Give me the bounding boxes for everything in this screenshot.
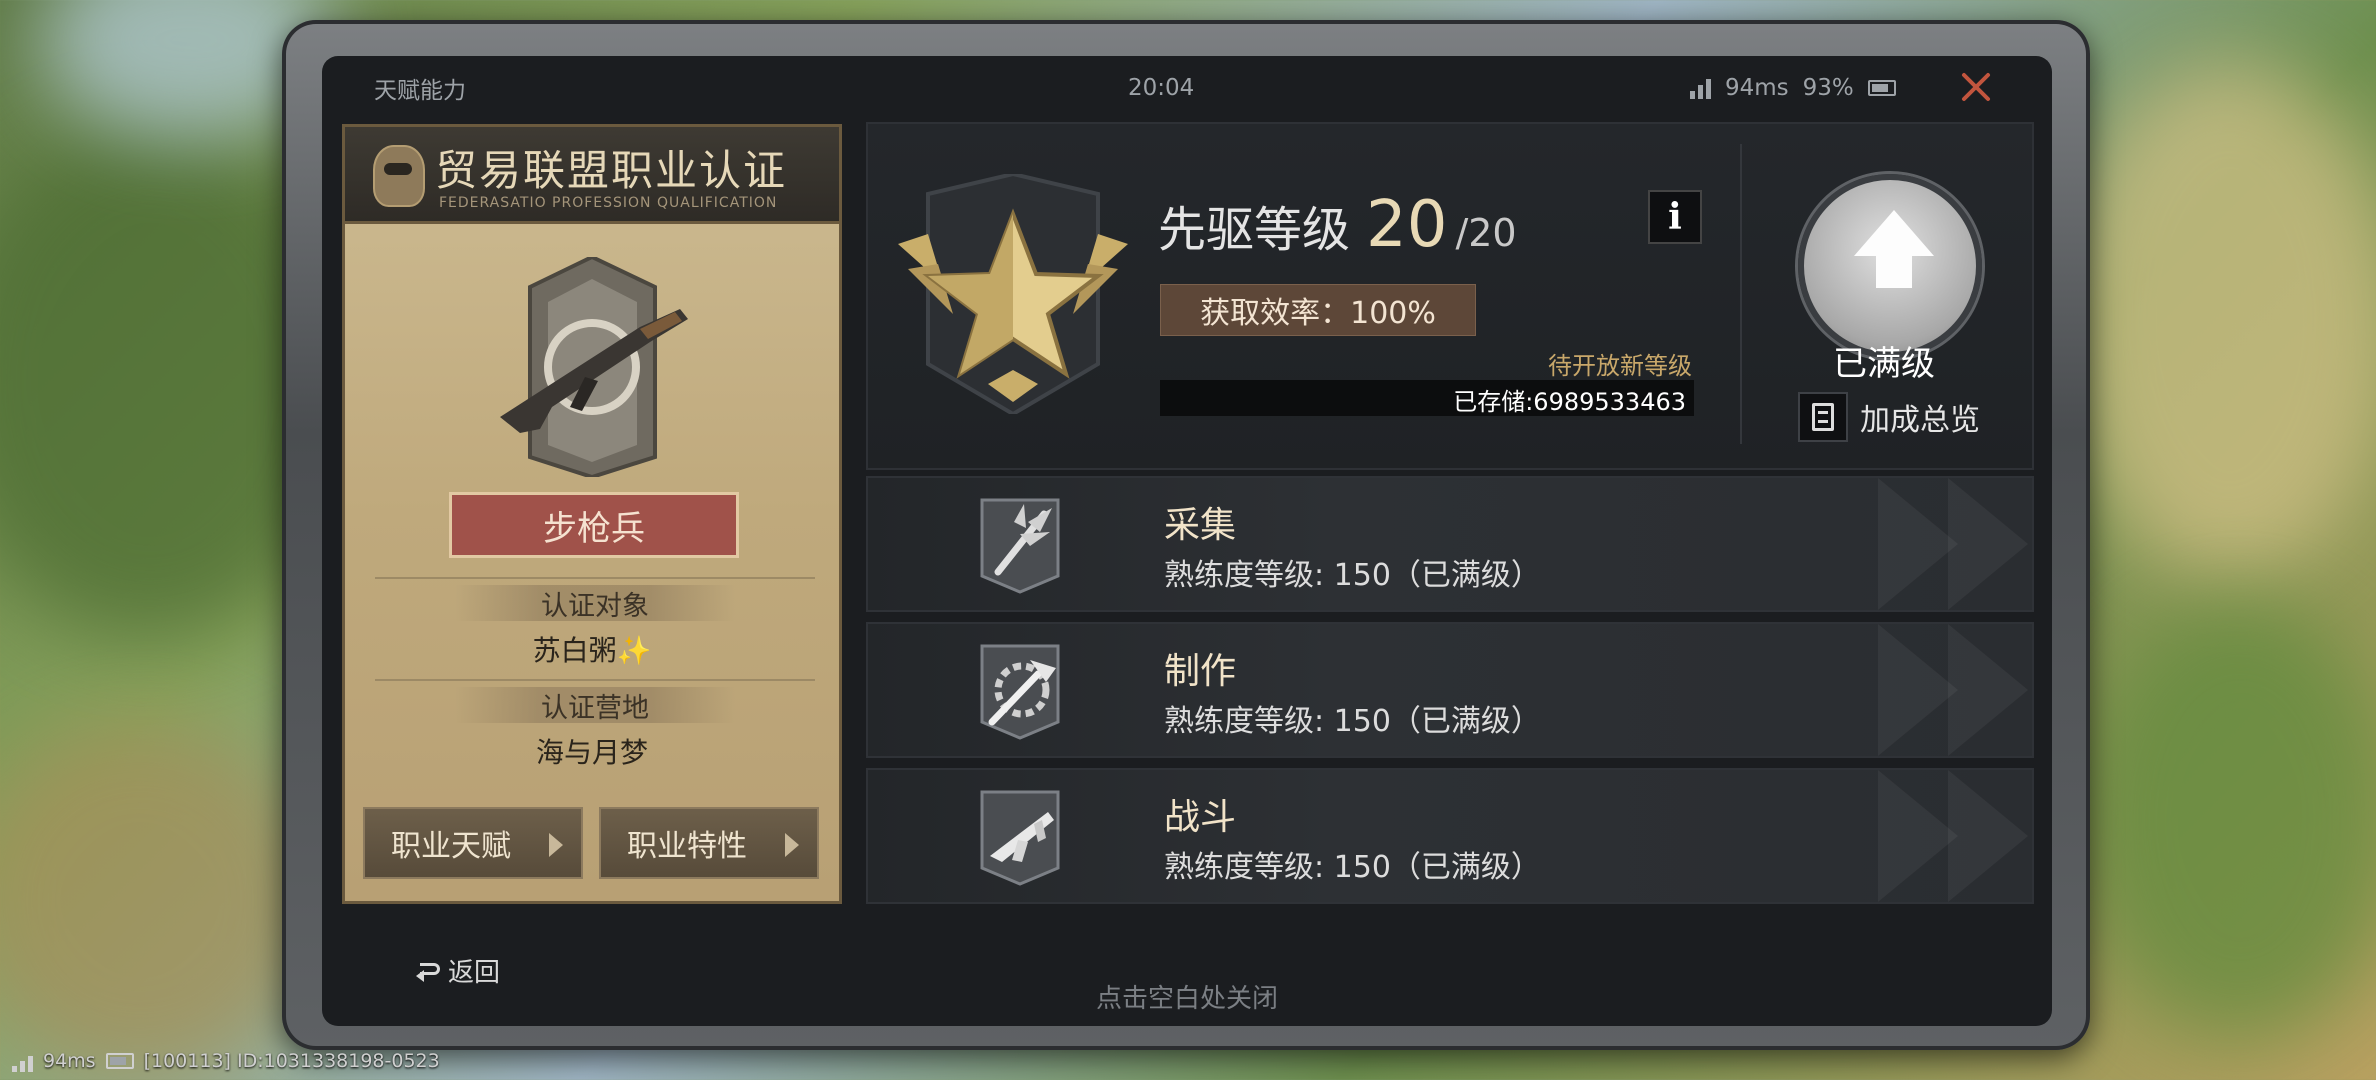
- pending-level-text: 待开放新等级: [1548, 352, 1692, 380]
- skill-level: 熟练度等级: 150（已满级）: [1164, 558, 1541, 593]
- rifle-emblem-icon: [500, 257, 688, 477]
- profession-talent-label: 职业天赋: [391, 829, 511, 864]
- arrow-right-icon: [549, 833, 563, 857]
- footer-ids: [100113] ID:1031338198-0523: [143, 1050, 440, 1072]
- chevron-right-icon: [1948, 770, 2028, 902]
- level-up-button[interactable]: [1798, 174, 1982, 358]
- arrow-up-stem: [1876, 254, 1912, 288]
- bonus-overview-label: 加成总览: [1860, 403, 1980, 438]
- efficiency-badge: 获取效率：100%: [1160, 284, 1476, 336]
- skill-level: 熟练度等级: 150（已满级）: [1164, 704, 1541, 739]
- battery-icon: [1867, 80, 1896, 96]
- clipboard-icon: [1798, 392, 1848, 442]
- close-hint: 点击空白处关闭: [1095, 984, 1278, 1014]
- rank-max: /20: [1455, 211, 1517, 255]
- battery-text: 93%: [1802, 75, 1854, 101]
- divider: [375, 679, 815, 681]
- info-button[interactable]: i: [1648, 190, 1702, 244]
- battery-icon: [105, 1053, 134, 1069]
- target-value: 苏白粥✨: [532, 634, 652, 667]
- panel-title: 天赋能力: [374, 78, 466, 104]
- background-tree: [2060, 60, 2376, 580]
- close-button[interactable]: [1952, 64, 2000, 112]
- bonus-overview-button[interactable]: 加成总览: [1798, 392, 1980, 442]
- rank-title-text: 先驱等级: [1158, 202, 1351, 258]
- role-badge: 步枪兵: [449, 492, 739, 558]
- gathering-icon: [980, 498, 1060, 594]
- chevron-right-icon: [1878, 770, 1958, 902]
- talent-panel: 天赋能力 20:04 94ms 93% 贸易联盟职业认证 FEDERASATIO…: [322, 56, 2052, 1026]
- profession-certificate: 贸易联盟职业认证 FEDERASATIO PROFESSION QUALIFIC…: [342, 124, 842, 904]
- rank-title: 先驱等级 20 /20: [1158, 188, 1517, 262]
- chevron-right-icon: [1948, 624, 2028, 756]
- star-rank-badge-icon: [898, 174, 1128, 414]
- camp-label: 认证营地: [455, 687, 735, 724]
- skill-name: 战斗: [1164, 797, 1237, 838]
- signal-icon: [12, 1050, 33, 1072]
- background-ground: [0, 720, 320, 1080]
- combat-icon: [980, 790, 1060, 886]
- camp-value: 海与月梦: [535, 736, 648, 769]
- ping-text: 94ms: [1725, 75, 1789, 101]
- skill-name: 采集: [1164, 505, 1237, 546]
- experience-bar: 已存储:6989533463: [1160, 380, 1694, 416]
- profession-trait-label: 职业特性: [627, 829, 747, 864]
- chevron-right-icon: [1948, 478, 2028, 610]
- skill-row-gathering[interactable]: 采集 熟练度等级: 150（已满级）: [866, 476, 2034, 612]
- footer-ping: 94ms: [43, 1050, 96, 1072]
- skill-row-crafting[interactable]: 制作 熟练度等级: 150（已满级）: [866, 622, 2034, 758]
- pioneer-rank-panel: 先驱等级 20 /20 i 获取效率：100% 待开放新等级 已存储:69895…: [866, 122, 2034, 470]
- status-indicators: 94ms 93%: [1690, 75, 1896, 101]
- rank-level: 20: [1366, 188, 1448, 262]
- divider: [375, 577, 815, 579]
- arrow-right-icon: [785, 833, 799, 857]
- max-level-text: 已满级: [1833, 344, 1935, 384]
- mascot-icon: [373, 145, 425, 207]
- status-bar: 天赋能力 20:04 94ms 93%: [322, 56, 2052, 120]
- target-label: 认证对象: [455, 585, 735, 622]
- chevron-right-icon: [1878, 624, 1958, 756]
- divider: [1740, 144, 1742, 444]
- background-grass: [2080, 600, 2376, 1040]
- certificate-subtitle: FEDERASATIO PROFESSION QUALIFICATION: [439, 195, 778, 211]
- skill-level: 熟练度等级: 150（已满级）: [1164, 850, 1541, 885]
- skill-row-combat[interactable]: 战斗 熟练度等级: 150（已满级）: [866, 768, 2034, 904]
- chevron-right-icon: [1878, 478, 1958, 610]
- signal-icon: [1690, 77, 1711, 99]
- profession-talent-button[interactable]: 职业天赋: [363, 807, 583, 879]
- clock: 20:04: [1128, 75, 1195, 101]
- certificate-title: 贸易联盟职业认证: [435, 146, 788, 195]
- certificate-header: 贸易联盟职业认证 FEDERASATIO PROFESSION QUALIFIC…: [345, 127, 839, 224]
- skill-name: 制作: [1164, 651, 1237, 692]
- debug-footer: 94ms [100113] ID:1031338198-0523: [12, 1050, 440, 1072]
- crafting-icon: [980, 644, 1060, 740]
- stored-exp-text: 已存储:6989533463: [1453, 388, 1686, 416]
- profession-trait-button[interactable]: 职业特性: [599, 807, 819, 879]
- arrow-up-icon: [1854, 210, 1934, 256]
